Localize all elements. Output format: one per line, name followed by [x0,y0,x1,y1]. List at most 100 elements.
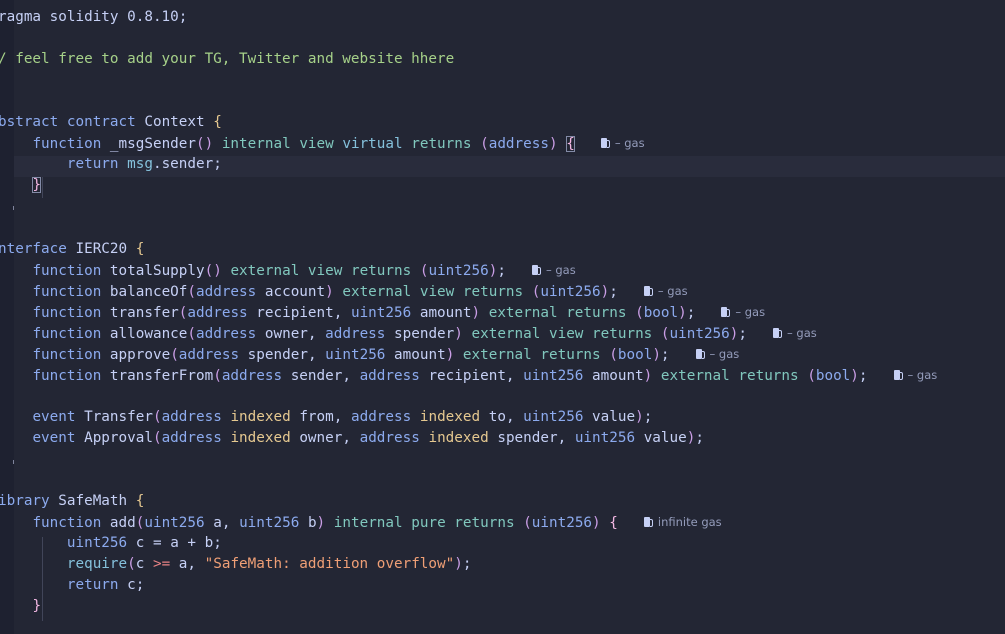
code-token: owner [264,325,308,342]
code-token: uint256 [523,367,584,384]
code-line[interactable]: function add(uint256 a, uint256 b) inter… [0,512,722,533]
code-token: , [342,430,360,446]
code-token: returns [592,325,653,342]
code-token: ; [858,367,868,384]
code-token: { [213,114,222,131]
code-token: ) [643,367,653,384]
code-token: external [471,325,541,342]
code-token: , [505,408,524,425]
code-line[interactable]: function totalSupply() external view ret… [0,260,576,281]
code-line[interactable]: return c; [0,575,144,596]
code-token: ( [609,346,618,363]
code-token: address [350,408,412,425]
code-token: function [32,304,102,321]
code-line[interactable]: ibrary SafeMath { [0,491,144,512]
code-token: approve [109,346,171,363]
code-line[interactable]: function transfer (address recipient, uin… [0,302,765,323]
code-token: SafeMath [58,493,128,510]
code-token: account [264,283,326,300]
code-token: ( [127,556,136,573]
code-line[interactable]: require(c >= a, "SafeMath: addition over… [0,554,472,575]
code-token: ) [316,515,326,532]
code-token: uint256 [523,408,584,425]
code-token: msg [127,156,153,173]
code-line[interactable]: nterface IERC20 { [0,239,144,260]
code-line[interactable]: ragma solidity 0.8.10; [0,7,187,28]
code-editor[interactable]: ragma solidity 0.8.10; / feel free to add… [0,0,1005,634]
code-token: external [230,262,300,279]
code-token: spender [497,430,558,446]
gas-estimate-codelens[interactable]: – gas [531,262,576,277]
code-line[interactable]: / feel free to add your TG, Twitter and … [0,49,454,70]
code-token: ; [213,156,222,173]
code-line[interactable]: } [0,175,42,196]
code-token: external [342,283,412,300]
code-token: bool [815,367,851,384]
code-line[interactable]: return msg.sender; [0,154,222,175]
code-token: address [178,346,240,363]
code-token: return [66,156,119,173]
code-line[interactable]: uint256 c = a + b; [0,533,222,554]
code-line[interactable]: bstract contract Context { [0,112,222,133]
code-token: value [643,430,687,446]
gas-estimate-codelens[interactable]: – gas [773,326,817,340]
code-token: ; [695,430,704,446]
code-token: internal [333,515,403,532]
code-token: view [419,283,455,300]
code-token: amount [419,304,472,321]
code-token: returns [454,515,515,532]
code-token: uint256 [540,283,601,300]
code-token: contract [66,114,136,131]
gas-estimate-codelens[interactable]: – gas [643,284,688,298]
code-token: ) [325,283,334,300]
indent-guide [42,177,43,198]
code-token: address [221,367,283,384]
code-token: ( [187,325,196,342]
code-line[interactable]: event Approval(address indexed owner, ad… [0,428,704,449]
code-line[interactable]: function balanceOf(address account) exte… [0,281,688,302]
code-token: returns [411,136,472,153]
code-token: ) [548,136,558,153]
gas-estimate-codelens[interactable]: – gas [893,368,937,382]
code-token: ) [850,367,859,384]
gas-estimate-codelens[interactable]: – gas [695,347,739,361]
code-token: } [32,598,42,615]
code-line[interactable]: } [0,596,41,617]
code-token: virtual [342,136,403,153]
code-token: nterface [0,240,67,257]
code-token: , [333,304,351,321]
code-token: allowance [109,325,188,342]
gas-estimate-codelens[interactable]: – gas [600,136,645,150]
code-token: internal [221,136,291,153]
code-line[interactable]: function _msgSender() internal view virt… [0,133,645,154]
code-line[interactable]: function approve(address spender, uint25… [0,344,739,365]
gas-estimate-codelens[interactable]: – gas [721,305,765,319]
gas-estimate-label: – gas [545,262,576,277]
code-token: uint256 [669,325,730,342]
code-line[interactable]: function transferFrom(address sender, ad… [0,365,937,386]
code-token: ( [523,515,532,532]
code-line[interactable]: event Transfer(address indexed from, add… [0,407,652,428]
gas-estimate-codelens[interactable]: infinite gas [643,515,722,529]
code-line[interactable]: function allowance(address owner, addres… [0,323,817,344]
